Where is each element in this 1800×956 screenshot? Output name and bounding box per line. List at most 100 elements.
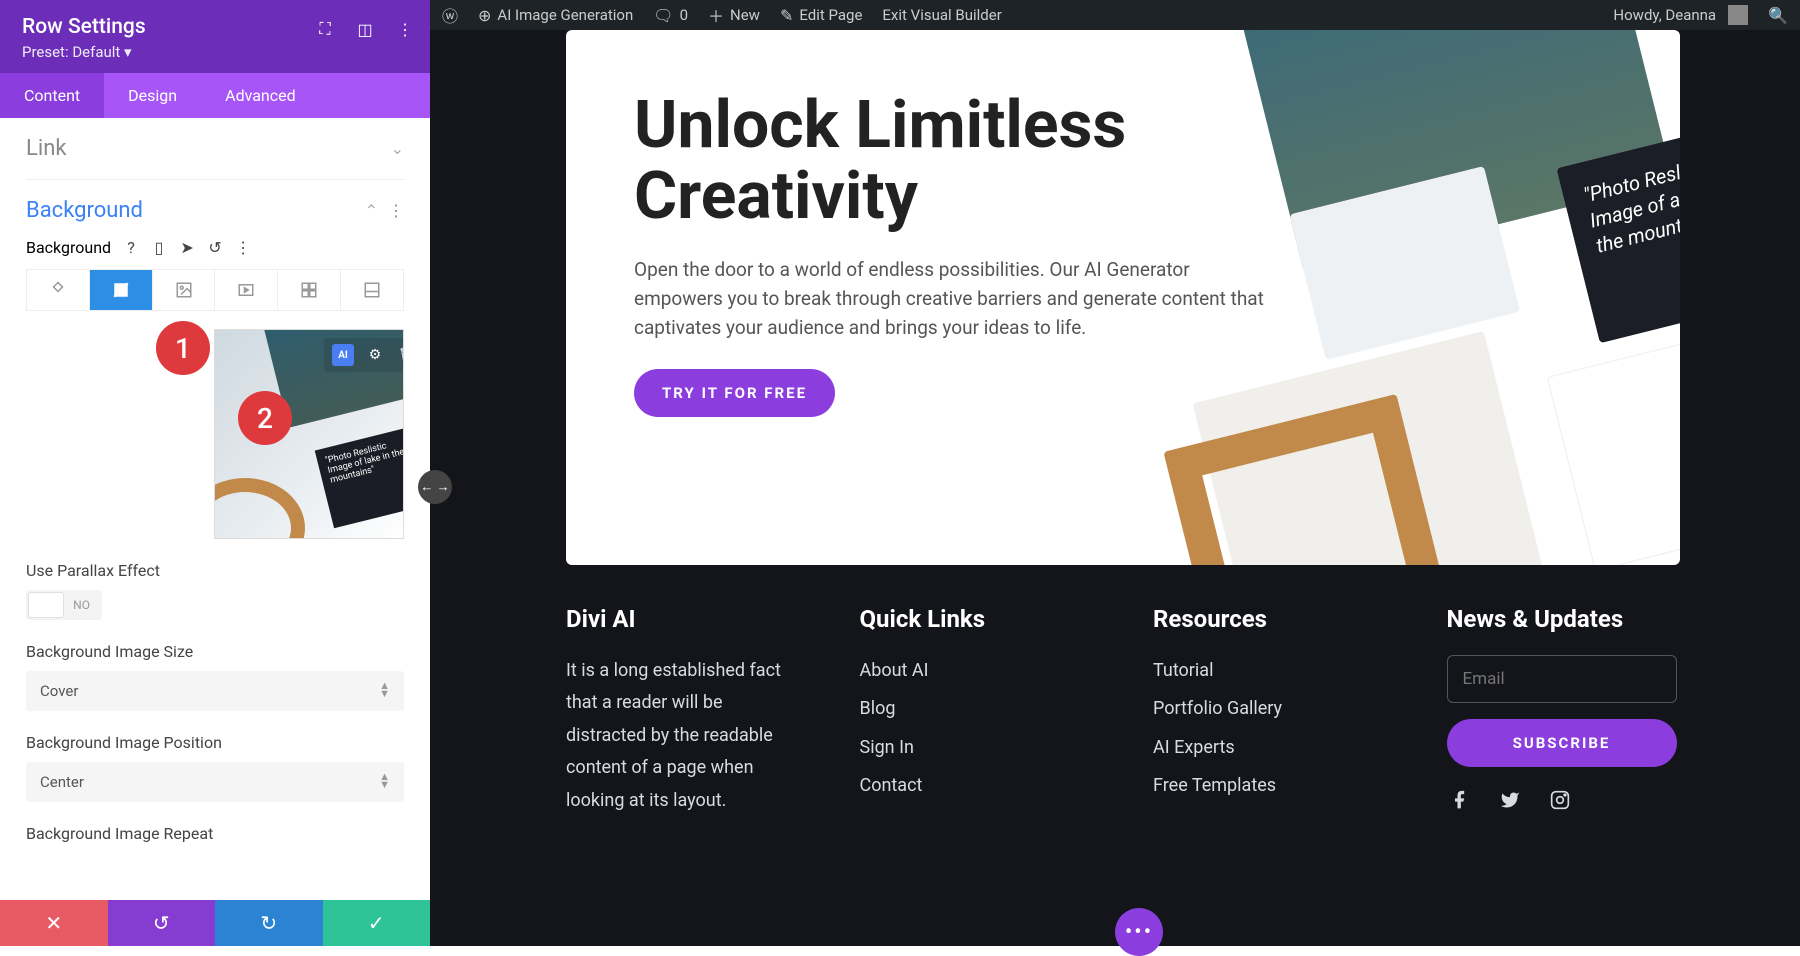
footer-link[interactable]: About AI — [860, 655, 1094, 687]
panel-resize-handle[interactable]: ← → — [418, 470, 452, 504]
section-link-title: Link — [26, 136, 67, 161]
footer-col-news: News & Updates SUBSCRIBE — [1447, 605, 1681, 817]
preview-card-shape: "Photo Reslistic Image of lake in the mo… — [315, 428, 404, 529]
background-label: Background — [26, 238, 111, 257]
section-background: Background ⌃ ⋮ Background ? ▯ ➤ ↺ ⋮ — [26, 180, 404, 861]
img-size-label: Background Image Size — [26, 642, 404, 661]
img-size-select[interactable]: Cover ▲▼ — [26, 671, 404, 711]
new-link[interactable]: ＋New — [708, 3, 760, 27]
tab-content[interactable]: Content — [0, 73, 104, 118]
bg-tab-gradient[interactable] — [90, 270, 153, 310]
edit-page-link[interactable]: ✎Edit Page — [780, 6, 862, 25]
bg-tab-image[interactable] — [153, 270, 216, 310]
preview-canvas: ⓦ ⊕AI Image Generation 🗨0 ＋New ✎Edit Pag… — [430, 0, 1800, 946]
preview-gear-icon[interactable]: ⚙ — [364, 344, 386, 366]
background-field-label-row: Background ? ▯ ➤ ↺ ⋮ — [26, 237, 404, 257]
admin-bar: ⓦ ⊕AI Image Generation 🗨0 ＋New ✎Edit Pag… — [430, 0, 1800, 30]
tab-advanced[interactable]: Advanced — [201, 73, 320, 118]
bg-tab-video[interactable] — [215, 270, 278, 310]
chevron-down-icon: ⌄ — [391, 139, 404, 158]
field-more-icon[interactable]: ⋮ — [233, 237, 253, 257]
hero-cta-button[interactable]: TRY IT FOR FREE — [634, 369, 835, 417]
section-background-title: Background — [26, 198, 143, 223]
help-icon[interactable]: ? — [121, 237, 141, 257]
footer-col-about: Divi AI It is a long established fact th… — [566, 605, 800, 817]
bg-tab-pattern[interactable] — [278, 270, 341, 310]
hover-icon[interactable]: ➤ — [177, 237, 197, 257]
img-size-value: Cover — [40, 682, 78, 700]
cancel-button[interactable]: ✕ — [0, 900, 108, 946]
wp-logo-icon[interactable]: ⓦ — [442, 3, 458, 27]
img-pos-label: Background Image Position — [26, 733, 404, 752]
twitter-icon[interactable] — [1497, 787, 1523, 813]
annotation-1: 1 — [156, 321, 210, 375]
save-button[interactable]: ✓ — [323, 900, 431, 946]
undo-button[interactable]: ↺ — [108, 900, 216, 946]
preview-toolbar: AI ⚙ 🗑 ↺ — [324, 338, 404, 372]
footer-link[interactable]: Free Templates — [1153, 770, 1387, 802]
search-icon[interactable]: 🔍 — [1768, 6, 1788, 25]
hero-collage: "Photo Reslistic Image of a lake in the … — [1016, 30, 1680, 565]
footer-title: News & Updates — [1447, 605, 1681, 633]
footer-link[interactable]: Tutorial — [1153, 655, 1387, 687]
facebook-icon[interactable] — [1447, 787, 1473, 813]
annotation-2: 2 — [238, 391, 292, 445]
field-img-size: Background Image Size Cover ▲▼ — [26, 642, 404, 711]
img-pos-select[interactable]: Center ▲▼ — [26, 762, 404, 802]
tab-design[interactable]: Design — [104, 73, 201, 118]
collage-phone — [1547, 329, 1680, 565]
hero-section: Unlock Limitless Creativity Open the doo… — [566, 30, 1680, 565]
bg-tab-mask[interactable] — [341, 270, 403, 310]
builder-fab[interactable]: ••• — [1115, 908, 1163, 956]
footer-link[interactable]: Sign In — [860, 732, 1094, 764]
footer-link[interactable]: AI Experts — [1153, 732, 1387, 764]
preview-trash-icon[interactable]: 🗑 — [396, 344, 404, 366]
redo-button[interactable]: ↻ — [215, 900, 323, 946]
footer-col-quicklinks: Quick Links About AI Blog Sign In Contac… — [860, 605, 1094, 817]
preset-selector[interactable]: Preset: Default ▾ — [22, 43, 408, 61]
reset-icon[interactable]: ↺ — [205, 237, 225, 257]
howdy-user[interactable]: Howdy, Deanna — [1613, 5, 1748, 25]
footer-link[interactable]: Contact — [860, 770, 1094, 802]
img-pos-value: Center — [40, 773, 84, 791]
instagram-icon[interactable] — [1547, 787, 1573, 813]
ai-button[interactable]: AI — [332, 344, 354, 366]
select-arrows-icon: ▲▼ — [379, 773, 390, 791]
footer-about-text: It is a long established fact that a rea… — [566, 655, 800, 817]
more-icon[interactable]: ⋮ — [394, 18, 416, 40]
page-footer: Divi AI It is a long established fact th… — [566, 605, 1680, 817]
sidebar-body: Link ⌄ Background ⌃ ⋮ Background ? ▯ ➤ ↺ — [0, 118, 430, 900]
footer-col-resources: Resources Tutorial Portfolio Gallery AI … — [1153, 605, 1387, 817]
img-repeat-label: Background Image Repeat — [26, 824, 404, 843]
field-parallax: Use Parallax Effect NO — [26, 561, 404, 620]
settings-sidebar: Row Settings Preset: Default ▾ ⛶ ◫ ⋮ Con… — [0, 0, 430, 946]
sidebar-tabs: Content Design Advanced — [0, 73, 430, 118]
section-background-head[interactable]: Background ⌃ ⋮ — [26, 198, 404, 223]
section-link[interactable]: Link ⌄ — [26, 118, 404, 180]
sidebar-header: Row Settings Preset: Default ▾ ⛶ ◫ ⋮ — [0, 0, 430, 73]
panel-icon[interactable]: ◫ — [354, 18, 376, 40]
chevron-up-icon: ⌃ — [365, 201, 378, 220]
parallax-toggle[interactable]: NO — [26, 590, 102, 620]
footer-link[interactable]: Blog — [860, 693, 1094, 725]
page-preview: Unlock Limitless Creativity Open the doo… — [430, 30, 1800, 946]
responsive-icon[interactable]: ▯ — [149, 237, 169, 257]
site-link[interactable]: ⊕AI Image Generation — [478, 6, 633, 25]
toggle-value: NO — [73, 598, 90, 612]
exit-builder-link[interactable]: Exit Visual Builder — [882, 6, 1001, 24]
field-img-repeat: Background Image Repeat — [26, 824, 404, 843]
email-input[interactable] — [1447, 655, 1677, 703]
footer-link[interactable]: Portfolio Gallery — [1153, 693, 1387, 725]
parallax-label: Use Parallax Effect — [26, 561, 404, 580]
toggle-knob — [28, 592, 64, 618]
bg-tab-color[interactable] — [27, 270, 90, 310]
expand-icon[interactable]: ⛶ — [314, 18, 336, 40]
comments-link[interactable]: 🗨0 — [653, 6, 688, 25]
section-more-icon[interactable]: ⋮ — [388, 201, 404, 220]
background-preview-wrap: 1 2 "Photo Reslistic Image of lake in th… — [26, 329, 404, 539]
field-img-pos: Background Image Position Center ▲▼ — [26, 733, 404, 802]
subscribe-button[interactable]: SUBSCRIBE — [1447, 719, 1677, 767]
footer-title: Quick Links — [860, 605, 1094, 633]
select-arrows-icon: ▲▼ — [379, 682, 390, 700]
preview-ring-shape — [214, 478, 305, 539]
